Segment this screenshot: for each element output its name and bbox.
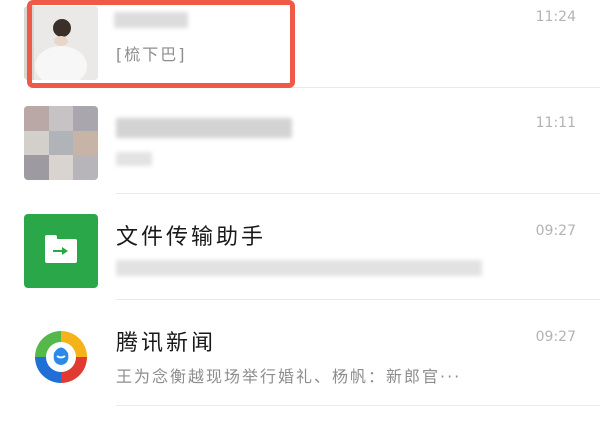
timestamp: 09:27 [535, 223, 576, 239]
selection-highlight [27, 0, 295, 88]
chat-row-4[interactable]: 腾讯新闻 王为念衡越现场举行婚礼、杨帆：新郎官··· 09:27 [0, 300, 600, 406]
name-redacted [116, 118, 292, 138]
divider [116, 405, 600, 406]
folder-icon [45, 235, 77, 263]
arrow-right-icon [53, 247, 68, 255]
chat-row-2[interactable]: 11:11 [0, 88, 600, 194]
file-transfer-icon[interactable] [24, 214, 98, 288]
chat-name: 腾讯新闻 [116, 331, 217, 356]
preview-redacted [116, 152, 152, 166]
timestamp: 09:27 [535, 329, 576, 345]
timestamp: 11:11 [535, 115, 576, 131]
chat-list: [梳下巴] 11:24 11:11 文件传输助手 09:27 腾讯新闻 王为念衡… [0, 0, 600, 427]
preview-redacted [116, 260, 482, 276]
chat-row-3[interactable]: 文件传输助手 09:27 [0, 194, 600, 300]
avatar[interactable] [24, 106, 98, 180]
chat-name: 文件传输助手 [116, 225, 267, 250]
timestamp: 11:24 [535, 9, 576, 25]
tencent-news-icon[interactable] [24, 320, 98, 394]
message-preview: 王为念衡越现场举行婚礼、杨帆：新郎官··· [116, 367, 462, 386]
